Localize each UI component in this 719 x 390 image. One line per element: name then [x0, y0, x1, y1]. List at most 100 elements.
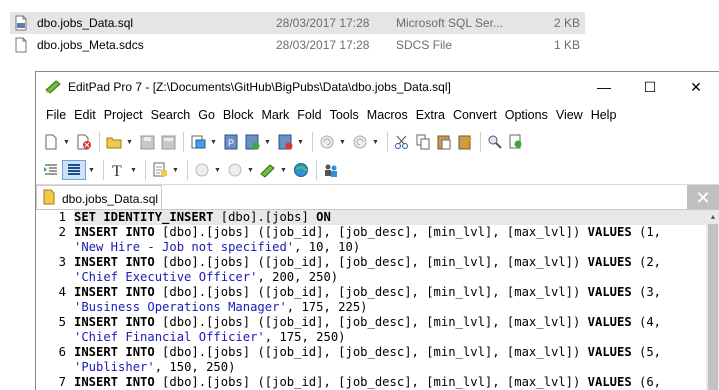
font-icon[interactable]: T	[108, 160, 128, 180]
menu-block[interactable]: Block	[219, 108, 258, 122]
prev-icon[interactable]	[192, 160, 212, 180]
sql-keyword: VALUES	[587, 345, 632, 359]
menu-go[interactable]: Go	[194, 108, 219, 122]
menu-fold[interactable]: Fold	[293, 108, 325, 122]
menu-extra[interactable]: Extra	[412, 108, 449, 122]
web-icon[interactable]	[291, 160, 311, 180]
open-file-icon[interactable]	[104, 132, 124, 152]
prev-dropdown-icon[interactable]: ▼	[213, 160, 222, 180]
search-icon[interactable]	[485, 132, 505, 152]
highlight-dropdown-icon[interactable]: ▼	[279, 160, 288, 180]
code-line[interactable]: 1 SET IDENTITY_INSERT [dbo].[jobs] ON	[59, 210, 706, 225]
code-line[interactable]: 0'Chief Financial Officier', 175, 250)	[74, 330, 706, 345]
menu-macros[interactable]: Macros	[363, 108, 412, 122]
close-file-icon[interactable]	[74, 132, 94, 152]
file-row-jobs-meta[interactable]: dbo.jobs_Meta.sdcs 28/03/2017 17:28 SDCS…	[10, 34, 585, 56]
code-line[interactable]: 5 INSERT INTO [dbo].[jobs] ([job_id], [jo…	[59, 315, 706, 330]
code-line[interactable]: 3 INSERT INTO [dbo].[jobs] ([job_id], [jo…	[59, 255, 706, 270]
undo-dropdown-icon[interactable]: ▼	[338, 132, 347, 152]
cut-icon[interactable]	[392, 132, 412, 152]
line-number: 0	[36, 240, 66, 255]
sql-keyword: ON	[316, 210, 331, 224]
code-line[interactable]: 4 INSERT INTO [dbo].[jobs] ([job_id], [jo…	[59, 285, 706, 300]
line-number: 0	[36, 330, 66, 345]
redo-icon[interactable]	[350, 132, 370, 152]
save-icon[interactable]	[137, 132, 157, 152]
document-icon[interactable]	[150, 160, 170, 180]
project-add-dropdown-icon[interactable]: ▼	[263, 132, 272, 152]
print-dropdown-icon[interactable]: ▼	[209, 132, 218, 152]
close-button[interactable]: ✕	[673, 72, 719, 102]
paste-icon[interactable]	[434, 132, 454, 152]
menu-project[interactable]: Project	[100, 108, 147, 122]
sql-text: [dbo].[jobs] ([job_id], [job_desc], [min…	[154, 255, 588, 269]
sql-string: 'Publisher'	[74, 360, 155, 374]
next-icon[interactable]	[225, 160, 245, 180]
tab-label: dbo.jobs_Data.sql	[62, 191, 159, 206]
save-all-icon[interactable]	[158, 132, 178, 152]
block-view-icon[interactable]	[62, 160, 86, 180]
sql-text: (5,	[631, 345, 662, 359]
tab-dbo-jobs-data[interactable]: dbo.jobs_Data.sql	[36, 185, 162, 211]
sql-text: [dbo].[jobs]	[213, 210, 317, 224]
sql-text: , 175, 225)	[286, 300, 368, 314]
copy-icon[interactable]	[413, 132, 433, 152]
menu-edit[interactable]: Edit	[70, 108, 100, 122]
indent-icon[interactable]	[41, 160, 61, 180]
toolbar-separator	[187, 160, 188, 180]
menu-convert[interactable]: Convert	[449, 108, 501, 122]
code-editor[interactable]: 1 SET IDENTITY_INSERT [dbo].[jobs] ON 2 INS…	[36, 209, 719, 390]
code-line[interactable]: 7 INSERT INTO [dbo].[jobs] ([job_id], [jo…	[59, 375, 706, 390]
code-line[interactable]: 6 INSERT INTO [dbo].[jobs] ([job_id], [jo…	[59, 345, 706, 360]
title-bar[interactable]: EditPad Pro 7 - [Z:\Documents\GitHub\Big…	[36, 72, 719, 102]
project-icon[interactable]: P	[221, 132, 241, 152]
menu-help[interactable]: Help	[587, 108, 621, 122]
secondary-toolbar: ▼ T ▼ ▼ ▼ ▼ ▼	[36, 156, 719, 184]
project-add-icon[interactable]	[242, 132, 262, 152]
toolbar-separator	[316, 160, 317, 180]
block-view-dropdown-icon[interactable]: ▼	[87, 160, 96, 180]
menu-tools[interactable]: Tools	[326, 108, 363, 122]
open-dropdown-icon[interactable]: ▼	[125, 132, 134, 152]
toolbar-separator	[183, 132, 184, 152]
scroll-up-icon[interactable]: ▲	[706, 210, 719, 224]
edit-clipboard-icon[interactable]	[455, 132, 475, 152]
line-number: 5	[58, 315, 66, 329]
project-remove-dropdown-icon[interactable]: ▼	[296, 132, 305, 152]
line-number: 7	[58, 375, 66, 389]
redo-dropdown-icon[interactable]: ▼	[371, 132, 380, 152]
maximize-button[interactable]: ☐	[627, 72, 673, 102]
scrollbar-thumb[interactable]	[708, 224, 718, 390]
new-file-icon[interactable]	[41, 132, 61, 152]
next-dropdown-icon[interactable]: ▼	[246, 160, 255, 180]
file-name: dbo.jobs_Data.sql	[37, 16, 134, 30]
line-number: 0	[36, 360, 66, 375]
users-icon[interactable]	[321, 160, 341, 180]
print-preview-icon[interactable]	[188, 132, 208, 152]
menu-file[interactable]: File	[42, 108, 70, 122]
minimize-button[interactable]: —	[581, 72, 627, 102]
menu-view[interactable]: View	[552, 108, 587, 122]
code-line[interactable]: 2 INSERT INTO [dbo].[jobs] ([job_id], [jo…	[59, 225, 706, 240]
menu-options[interactable]: Options	[501, 108, 552, 122]
file-row-jobs-data[interactable]: dbo.jobs_Data.sql 28/03/2017 17:28 Micro…	[10, 12, 585, 34]
document-dropdown-icon[interactable]: ▼	[171, 160, 180, 180]
vertical-scrollbar[interactable]: ▲	[706, 210, 719, 390]
code-line[interactable]: 0'Publisher', 150, 250)	[74, 360, 706, 375]
menu-mark[interactable]: Mark	[257, 108, 293, 122]
menu-search[interactable]: Search	[147, 108, 195, 122]
sql-text: [dbo].[jobs] ([job_id], [job_desc], [min…	[154, 315, 588, 329]
sql-text: [dbo].[jobs] ([job_id], [job_desc], [min…	[154, 225, 588, 239]
code-line[interactable]: 0'Business Operations Manager', 175, 225…	[74, 300, 706, 315]
code-line[interactable]: 0'Chief Executive Officer', 200, 250)	[74, 270, 706, 285]
project-remove-icon[interactable]	[275, 132, 295, 152]
new-dropdown-icon[interactable]: ▼	[62, 132, 71, 152]
highlight-icon[interactable]	[258, 160, 278, 180]
code-line[interactable]: 0'New Hire - Job not specified', 10, 10)	[74, 240, 706, 255]
replace-icon[interactable]	[506, 132, 526, 152]
font-dropdown-icon[interactable]: ▼	[129, 160, 138, 180]
undo-icon[interactable]	[317, 132, 337, 152]
sql-string: 'Chief Executive Officer'	[74, 270, 258, 284]
close-tab-button[interactable]: ✕	[687, 185, 719, 211]
code-text-area[interactable]: 1 SET IDENTITY_INSERT [dbo].[jobs] ON 2 INS…	[59, 210, 706, 390]
